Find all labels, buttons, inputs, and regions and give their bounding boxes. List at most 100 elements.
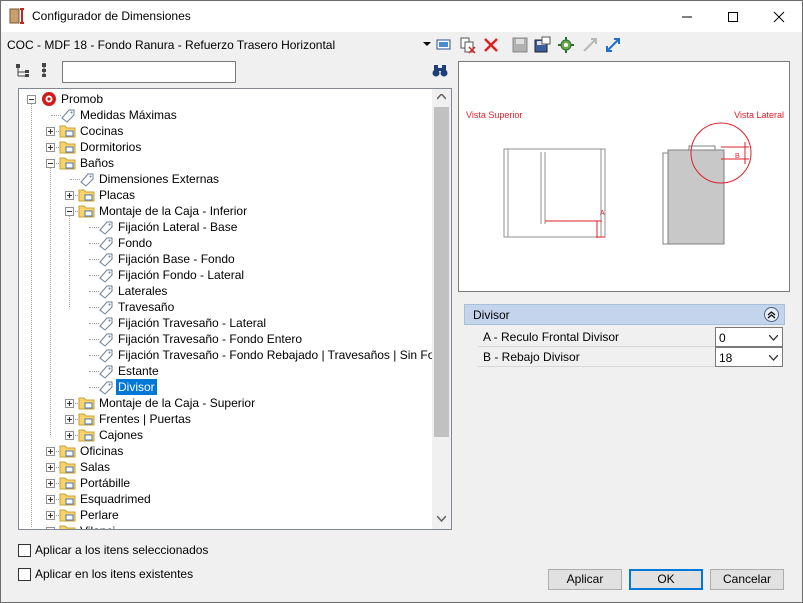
tree-item[interactable]: Fijación Travesaño - Fondo Entero xyxy=(19,331,431,347)
tree-item-label: Estante xyxy=(118,364,159,378)
title-bar: Configurador de Dimensiones xyxy=(1,1,802,32)
tree-item-label: Medidas Máximas xyxy=(80,108,177,122)
folder-icon xyxy=(59,491,77,507)
tree-item-label: Fijación Lateral - Base xyxy=(118,220,238,234)
property-value: 0 xyxy=(719,331,726,345)
tree-item[interactable]: Divisor xyxy=(19,379,431,395)
settings-gear-icon[interactable] xyxy=(557,36,575,54)
tree-item[interactable]: Frentes | Puertas xyxy=(19,411,431,427)
expand-node-icon[interactable] xyxy=(46,463,55,472)
tree-item[interactable]: Estante xyxy=(19,363,431,379)
tree-item[interactable]: Baños xyxy=(19,155,431,171)
config-selector[interactable]: COC - MDF 18 - Fondo Ranura - Refuerzo T… xyxy=(7,38,335,52)
tree-item[interactable]: Montaje de la Caja - Superior xyxy=(19,395,431,411)
tree-item[interactable]: Placas xyxy=(19,187,431,203)
collapse-node-icon[interactable] xyxy=(27,95,36,104)
screen-icon[interactable] xyxy=(435,36,453,54)
expand-arrows-icon[interactable] xyxy=(604,36,622,54)
ok-button[interactable]: OK xyxy=(629,569,703,590)
delete-icon[interactable] xyxy=(482,36,500,54)
tag-icon xyxy=(97,299,115,315)
tree-item[interactable]: Vilanci... xyxy=(19,523,431,529)
expand-node-icon[interactable] xyxy=(65,191,74,200)
tree-item-label: Fondo xyxy=(118,236,153,250)
expand-node-icon[interactable] xyxy=(65,415,74,424)
tree-item-label: Laterales xyxy=(118,284,168,298)
scroll-thumb[interactable] xyxy=(434,107,449,437)
expand-tree-icon[interactable] xyxy=(16,64,29,77)
preview-panel: Vista Superior Vista Lateral A B xyxy=(458,61,790,292)
save-icon[interactable] xyxy=(511,36,529,54)
tree-item[interactable]: Fijación Base - Fondo xyxy=(19,251,431,267)
scroll-up-icon[interactable] xyxy=(437,94,446,100)
close-button[interactable] xyxy=(756,1,802,32)
property-row-rebajo: B - Rebajo Divisor 18 xyxy=(478,347,783,367)
tree-item-label: Travesaño xyxy=(118,300,175,314)
expand-node-icon[interactable] xyxy=(46,143,55,152)
collapse-chevron-icon[interactable] xyxy=(764,307,779,322)
properties-group-title: Divisor xyxy=(473,308,510,322)
checkbox-box[interactable] xyxy=(18,544,31,557)
minimize-button[interactable] xyxy=(664,1,710,32)
tree-scrollbar[interactable] xyxy=(432,89,451,529)
tree-item[interactable]: Montaje de la Caja - Inferior xyxy=(19,203,431,219)
tree-item[interactable]: Promob xyxy=(19,91,431,107)
tag-icon xyxy=(97,251,115,267)
tree-item[interactable]: Dormitorios xyxy=(19,139,431,155)
tag-icon xyxy=(97,331,115,347)
preview-drawing: Vista Superior Vista Lateral A B xyxy=(466,110,784,245)
tree-item[interactable]: Dimensiones Externas xyxy=(19,171,431,187)
expand-node-icon[interactable] xyxy=(46,511,55,520)
tree-item[interactable]: Perlare xyxy=(19,507,431,523)
collapse-arrows-icon[interactable] xyxy=(581,36,599,54)
dropdown-arrow-icon[interactable] xyxy=(423,42,431,47)
collapse-tree-icon[interactable] xyxy=(42,63,46,77)
maximize-button[interactable] xyxy=(710,1,756,32)
checkbox-box[interactable] xyxy=(18,568,31,581)
dimension-tree[interactable]: Promob Medidas Máximas Cocinas Dormitorios B… xyxy=(18,88,452,530)
copy-delete-icon[interactable] xyxy=(459,36,477,54)
expand-node-icon[interactable] xyxy=(46,127,55,136)
tree-item[interactable]: Oficinas xyxy=(19,443,431,459)
binoculars-search-icon[interactable] xyxy=(432,64,448,78)
expand-node-icon[interactable] xyxy=(65,399,74,408)
collapse-node-icon[interactable] xyxy=(46,159,55,168)
expand-node-icon[interactable] xyxy=(65,431,74,440)
tree-item[interactable]: Laterales xyxy=(19,283,431,299)
tree-item[interactable]: Fijación Lateral - Base xyxy=(19,219,431,235)
tree-item[interactable]: Portábille xyxy=(19,475,431,491)
tree-item[interactable]: Cajones xyxy=(19,427,431,443)
tree-item-label: Esquadrimed xyxy=(80,492,151,506)
maximize-icon xyxy=(728,11,738,22)
tree-item[interactable]: Fijación Travesaño - Lateral xyxy=(19,315,431,331)
tag-icon xyxy=(59,107,77,123)
collapse-node-icon[interactable] xyxy=(65,207,74,216)
apply-button[interactable]: Aplicar xyxy=(548,569,622,590)
tree-item[interactable]: Salas xyxy=(19,459,431,475)
folder-icon xyxy=(78,427,96,443)
save-as-icon[interactable] xyxy=(533,36,551,54)
tree-item[interactable]: Travesaño xyxy=(19,299,431,315)
tree-item[interactable]: Cocinas xyxy=(19,123,431,139)
tag-icon xyxy=(97,315,115,331)
tree-item[interactable]: Fondo xyxy=(19,235,431,251)
tree-item[interactable]: Medidas Máximas xyxy=(19,107,431,123)
expand-node-icon[interactable] xyxy=(46,495,55,504)
properties-group-header[interactable]: Divisor xyxy=(464,304,785,325)
tree-item-label: Perlare xyxy=(80,508,119,522)
tree-item[interactable]: Fijación Fondo - Lateral xyxy=(19,267,431,283)
tree-item-label: Montaje de la Caja - Inferior xyxy=(99,204,248,218)
property-value-select[interactable]: 18 xyxy=(715,347,783,367)
tree-item-label: Placas xyxy=(99,188,136,202)
tree-item-label: Cocinas xyxy=(80,124,124,138)
scroll-down-icon[interactable] xyxy=(437,516,446,522)
tree-item-label: Fijación Travesaño - Lateral xyxy=(118,316,267,330)
property-value-select[interactable]: 0 xyxy=(715,327,783,347)
expand-node-icon[interactable] xyxy=(46,447,55,456)
expand-node-icon[interactable] xyxy=(46,527,55,529)
tree-item[interactable]: Fijación Travesaño - Fondo Rebajado | Tr… xyxy=(19,347,451,363)
tree-search-input[interactable] xyxy=(62,61,236,83)
expand-node-icon[interactable] xyxy=(46,479,55,488)
tree-item[interactable]: Esquadrimed xyxy=(19,491,431,507)
cancel-button[interactable]: Cancelar xyxy=(710,569,784,590)
